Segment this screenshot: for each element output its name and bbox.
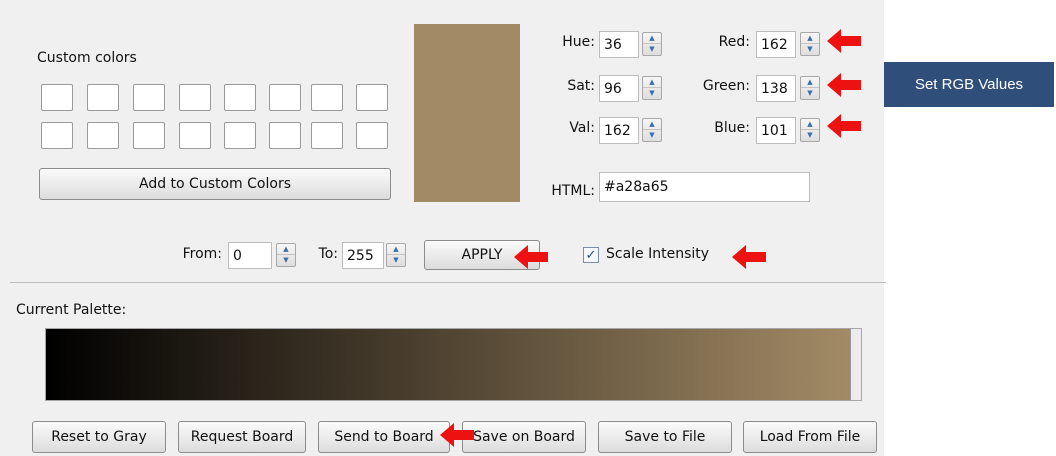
html-label: HTML: bbox=[551, 183, 595, 199]
spin-up-icon[interactable]: ▲ bbox=[643, 119, 661, 130]
red-arrow-icon bbox=[827, 29, 861, 53]
custom-color-swatch[interactable] bbox=[179, 84, 211, 111]
custom-color-swatch[interactable] bbox=[311, 122, 343, 149]
custom-color-swatch[interactable] bbox=[41, 122, 73, 149]
spin-down-icon[interactable]: ▼ bbox=[801, 130, 819, 141]
hue-spinner[interactable]: ▲ ▼ bbox=[642, 32, 662, 56]
current-palette-bar bbox=[45, 328, 862, 401]
add-to-custom-colors-button[interactable]: Add to Custom Colors bbox=[39, 168, 391, 200]
custom-color-swatch[interactable] bbox=[41, 84, 73, 111]
blue-spinner[interactable]: ▲ ▼ bbox=[800, 118, 820, 142]
from-input[interactable]: 0 bbox=[228, 242, 272, 269]
from-label: From: bbox=[182, 246, 222, 262]
red-arrow-icon bbox=[827, 73, 861, 97]
save-to-file-button[interactable]: Save to File bbox=[598, 421, 732, 453]
red-input[interactable]: 162 bbox=[756, 31, 796, 58]
val-input[interactable]: 162 bbox=[599, 117, 639, 144]
spin-down-icon[interactable]: ▼ bbox=[387, 255, 405, 266]
red-arrow-icon bbox=[732, 245, 766, 269]
spin-up-icon[interactable]: ▲ bbox=[801, 77, 819, 88]
custom-color-swatch[interactable] bbox=[269, 84, 301, 111]
custom-color-swatch[interactable] bbox=[356, 84, 388, 111]
load-from-file-button[interactable]: Load From File bbox=[743, 421, 877, 453]
spin-down-icon[interactable]: ▼ bbox=[643, 88, 661, 99]
palette-end-cap bbox=[850, 329, 861, 400]
color-preview-swatch bbox=[414, 24, 520, 202]
spin-up-icon[interactable]: ▲ bbox=[801, 119, 819, 130]
hue-input[interactable]: 36 bbox=[599, 31, 639, 58]
spin-up-icon[interactable]: ▲ bbox=[801, 33, 819, 44]
custom-colors-title: Custom colors bbox=[37, 50, 137, 66]
palette-gradient bbox=[46, 329, 850, 400]
save-on-board-button[interactable]: Save on Board bbox=[462, 421, 586, 453]
scale-intensity-checkbox[interactable]: ✓ bbox=[583, 247, 599, 263]
spin-up-icon[interactable]: ▲ bbox=[643, 77, 661, 88]
spin-down-icon[interactable]: ▼ bbox=[643, 44, 661, 55]
send-to-board-button[interactable]: Send to Board bbox=[318, 421, 450, 453]
spin-down-icon[interactable]: ▼ bbox=[801, 88, 819, 99]
spin-down-icon[interactable]: ▼ bbox=[801, 44, 819, 55]
to-spinner[interactable]: ▲ ▼ bbox=[386, 243, 406, 267]
blue-label: Blue: bbox=[714, 120, 750, 136]
spin-up-icon[interactable]: ▲ bbox=[387, 244, 405, 255]
green-input[interactable]: 138 bbox=[756, 75, 796, 102]
request-board-button[interactable]: Request Board bbox=[178, 421, 306, 453]
custom-color-swatch[interactable] bbox=[179, 122, 211, 149]
val-spinner[interactable]: ▲ ▼ bbox=[642, 118, 662, 142]
custom-color-swatch[interactable] bbox=[224, 84, 256, 111]
reset-to-gray-button[interactable]: Reset to Gray bbox=[32, 421, 166, 453]
section-divider bbox=[10, 282, 886, 283]
red-arrow-icon bbox=[440, 423, 474, 447]
sat-spinner[interactable]: ▲ ▼ bbox=[642, 76, 662, 100]
sat-label: Sat: bbox=[567, 78, 595, 94]
spin-down-icon[interactable]: ▼ bbox=[277, 255, 295, 266]
custom-color-swatch[interactable] bbox=[133, 84, 165, 111]
spin-down-icon[interactable]: ▼ bbox=[643, 130, 661, 141]
checkmark-icon: ✓ bbox=[585, 247, 597, 263]
custom-color-swatch[interactable] bbox=[269, 122, 301, 149]
hue-label: Hue: bbox=[562, 34, 595, 50]
red-arrow-icon bbox=[514, 245, 548, 269]
custom-color-swatch[interactable] bbox=[133, 122, 165, 149]
val-label: Val: bbox=[569, 120, 595, 136]
to-input[interactable]: 255 bbox=[342, 242, 384, 269]
spin-up-icon[interactable]: ▲ bbox=[643, 33, 661, 44]
custom-color-swatch[interactable] bbox=[87, 84, 119, 111]
red-arrow-icon bbox=[827, 114, 861, 138]
scale-intensity-label: Scale Intensity bbox=[606, 246, 710, 262]
spin-up-icon[interactable]: ▲ bbox=[277, 244, 295, 255]
from-spinner[interactable]: ▲ ▼ bbox=[276, 243, 296, 267]
green-spinner[interactable]: ▲ ▼ bbox=[800, 76, 820, 100]
custom-color-swatch[interactable] bbox=[224, 122, 256, 149]
color-dialog: Custom colors Add to Custom Colors Hue: … bbox=[0, 0, 886, 456]
custom-color-swatch[interactable] bbox=[311, 84, 343, 111]
current-palette-title: Current Palette: bbox=[16, 302, 127, 318]
custom-color-swatch[interactable] bbox=[87, 122, 119, 149]
green-label: Green: bbox=[702, 78, 750, 94]
custom-color-swatch[interactable] bbox=[356, 122, 388, 149]
red-spinner[interactable]: ▲ ▼ bbox=[800, 32, 820, 56]
set-rgb-values-callout: Set RGB Values bbox=[884, 62, 1054, 107]
html-input[interactable]: #a28a65 bbox=[599, 172, 810, 202]
to-label: To: bbox=[318, 246, 338, 262]
sat-input[interactable]: 96 bbox=[599, 75, 639, 102]
blue-input[interactable]: 101 bbox=[756, 117, 796, 144]
red-label: Red: bbox=[718, 34, 750, 50]
